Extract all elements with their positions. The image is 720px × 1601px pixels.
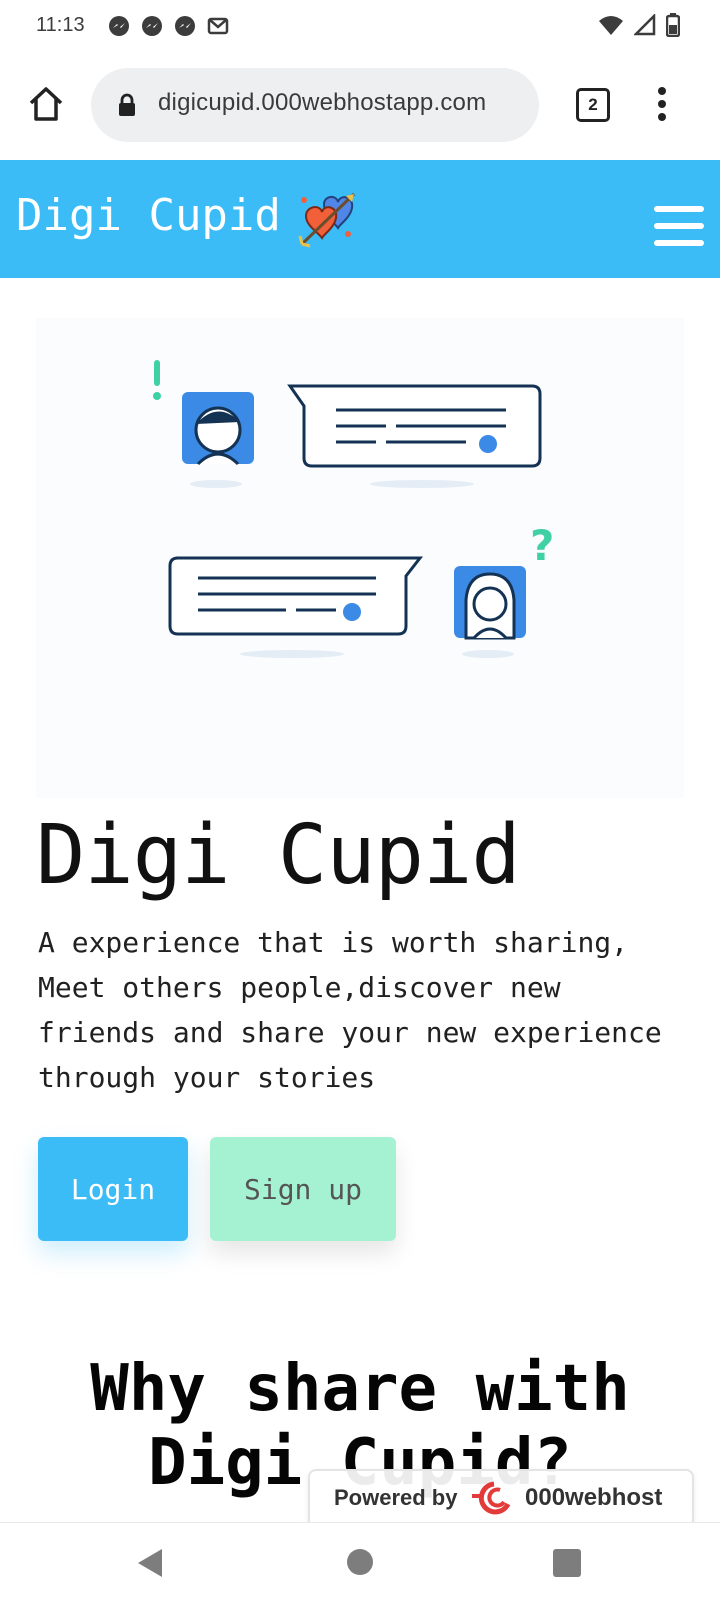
browser-toolbar: digicupid.000webhostapp.com 2 — [0, 56, 720, 160]
hero-illustration: ? — [36, 318, 684, 798]
system-status-icons — [598, 13, 680, 37]
url-text: digicupid.000webhostapp.com — [158, 89, 487, 116]
status-bar: 11:13 — [0, 0, 720, 56]
powered-by-brand: 000webhost — [525, 1484, 663, 1511]
signal-icon — [634, 14, 656, 36]
messenger-icon — [175, 16, 195, 36]
status-time: 11:13 — [36, 14, 85, 36]
hamburger-menu-icon[interactable] — [654, 206, 704, 257]
recents-square-icon[interactable] — [553, 1549, 581, 1577]
hero-description: A experience that is worth sharing, Meet… — [38, 926, 662, 1094]
female-avatar-icon — [454, 566, 526, 658]
overflow-menu-icon[interactable] — [656, 86, 668, 122]
battery-icon — [666, 13, 680, 37]
wifi-icon — [599, 16, 623, 35]
address-bar[interactable]: digicupid.000webhostapp.com — [91, 68, 539, 142]
login-button[interactable]: Login — [38, 1137, 188, 1241]
powered-by-label: Powered by — [334, 1485, 458, 1510]
powered-by-badge[interactable]: Powered by 000webhost — [308, 1469, 694, 1529]
back-icon[interactable] — [136, 1547, 166, 1579]
signup-button[interactable]: Sign up — [210, 1137, 396, 1241]
navbar-brand[interactable]: Digi Cupid — [16, 190, 281, 241]
home-circle-icon[interactable] — [347, 1549, 373, 1575]
chat-bubble-icon — [287, 384, 542, 488]
lock-icon — [119, 93, 135, 116]
messenger-icon — [142, 16, 162, 36]
cupid-hearts-icon — [298, 192, 356, 248]
messenger-icon — [109, 16, 129, 36]
hero-title: Digi Cupid — [36, 808, 521, 903]
site-navbar: Digi Cupid — [0, 160, 720, 278]
exclamation-icon — [153, 360, 161, 400]
question-mark-icon: ? — [530, 521, 554, 570]
chat-bubble-icon — [168, 556, 424, 658]
home-icon[interactable] — [26, 84, 66, 124]
notification-icons — [108, 15, 229, 37]
male-avatar-icon — [182, 392, 254, 488]
system-navigation-bar — [0, 1522, 720, 1601]
webhost-logo-icon — [472, 1481, 511, 1515]
gmail-icon — [207, 17, 229, 35]
tab-switcher-button[interactable]: 2 — [576, 88, 610, 122]
